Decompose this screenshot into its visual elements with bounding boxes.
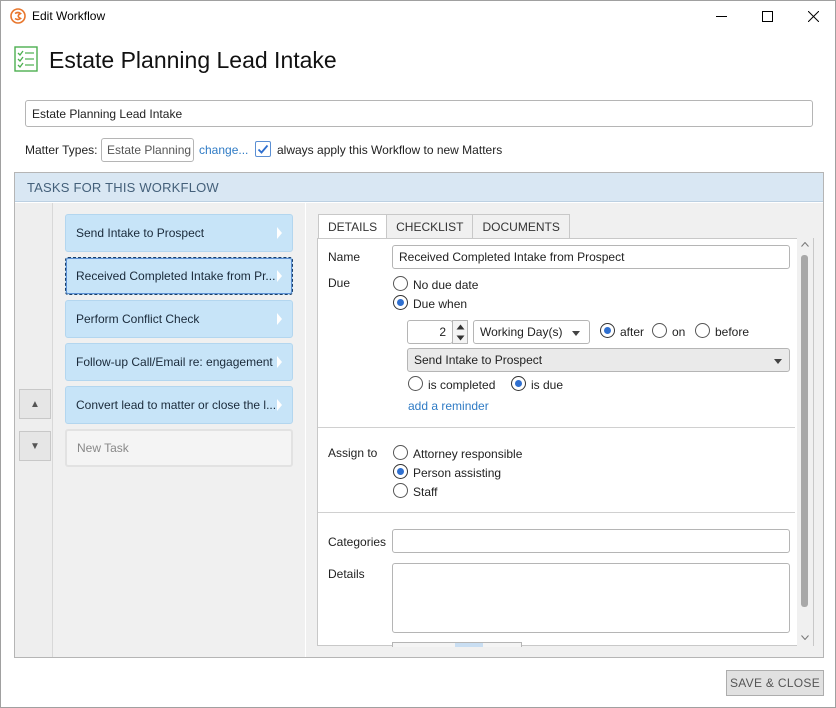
task-item-send-intake[interactable]: Send Intake to Prospect [65,214,293,252]
attorney-responsible-label: Attorney responsible [413,447,523,461]
categories-input[interactable] [392,529,790,553]
reorder-rail: ▲ ▼ [15,203,53,657]
on-label: on [672,325,686,339]
minimize-icon [715,15,727,17]
add-reminder-link[interactable]: add a reminder [408,399,489,413]
due-when-label: Due when [413,297,468,311]
move-up-button[interactable]: ▲ [19,389,51,419]
before-label: before [715,325,750,339]
offset-stepper[interactable] [452,320,468,344]
title-bar: Edit Workflow [1,1,835,31]
chevron-down-icon [774,359,782,364]
app-logo-icon [10,8,26,24]
editor-toolbar-partial [392,642,522,647]
task-item-received-intake[interactable]: Received Completed Intake from Pr... [65,257,293,295]
section-divider [318,512,795,513]
edit-workflow-window: Edit Workflow Estate Planning Lead Intak… [0,0,836,708]
checkmark-icon [257,144,269,154]
arrow-down-icon: ▼ [30,440,40,452]
staff-label: Staff [413,485,438,499]
task-item-follow-up[interactable]: Follow-up Call/Email re: engagement [65,343,293,381]
due-when-radio[interactable] [393,295,408,310]
unit-select-value: Working Day(s) [480,325,563,339]
no-due-date-label: No due date [413,278,479,292]
always-apply-label: always apply this Workflow to new Matter… [277,143,503,157]
checklist-icon [14,46,38,72]
chevron-right-icon [277,313,282,325]
tab-details[interactable]: DETAILS [318,214,388,239]
before-radio[interactable] [695,323,710,338]
no-due-date-radio[interactable] [393,276,408,291]
arrow-up-icon: ▲ [30,398,40,410]
details-scrollbar[interactable] [797,238,813,646]
maximize-button[interactable] [744,1,790,31]
chevron-right-icon [277,270,282,282]
details-pane: Name Received Completed Intake from Pros… [317,238,814,647]
scroll-thumb[interactable] [801,255,808,607]
tab-documents[interactable]: DOCUMENTS [472,214,570,238]
task-item-label: Send Intake to Prospect [76,226,205,240]
chevron-right-icon [277,227,282,239]
close-button[interactable] [790,1,836,31]
assign-to-label: Assign to [328,446,378,460]
save-close-button[interactable]: SAVE & CLOSE [726,670,824,696]
matter-types-label: Matter Types: [25,143,98,157]
attorney-responsible-radio[interactable] [393,445,408,460]
page-title: Estate Planning Lead Intake [49,47,337,73]
window-title: Edit Workflow [32,9,106,23]
maximize-icon [761,10,773,22]
tasks-section-header: TASKS FOR THIS WORKFLOW [15,173,823,202]
stepper-up-icon[interactable] [456,324,465,330]
details-label: Details [328,567,365,581]
offset-stepper-input[interactable]: 2 [407,320,453,344]
tab-checklist[interactable]: CHECKLIST [386,214,474,238]
move-down-button[interactable]: ▼ [19,431,51,461]
due-label: Due [328,276,351,290]
reference-task-select[interactable]: Send Intake to Prospect [407,348,790,372]
chevron-right-icon [277,356,282,368]
scroll-down-icon[interactable] [801,635,809,640]
reference-task-value: Send Intake to Prospect [414,353,543,367]
person-assisting-radio[interactable] [393,464,408,479]
change-matter-types-link[interactable]: change... [199,143,248,157]
task-item-label: Convert lead to matter or close the l... [76,398,277,412]
task-item-conflict-check[interactable]: Perform Conflict Check [65,300,293,338]
chevron-down-icon [572,331,580,336]
new-task-button[interactable]: New Task [65,429,293,467]
after-radio[interactable] [600,323,615,338]
task-item-label: Follow-up Call/Email re: engagement [76,355,273,369]
tasks-panel: TASKS FOR THIS WORKFLOW ▲ ▼ Send Intake … [14,172,824,658]
close-icon [807,10,819,22]
is-due-radio[interactable] [511,376,526,391]
task-item-label: Perform Conflict Check [76,312,200,326]
is-completed-radio[interactable] [408,376,423,391]
staff-radio[interactable] [393,483,408,498]
categories-label: Categories [328,535,387,549]
unit-select[interactable]: Working Day(s) [473,320,590,344]
always-apply-checkbox[interactable] [255,141,271,157]
person-assisting-label: Person assisting [413,466,502,480]
workflow-name-input[interactable]: Estate Planning Lead Intake [25,100,813,127]
minimize-button[interactable] [698,1,744,31]
stepper-down-icon[interactable] [456,335,465,341]
toolbar-button-partial [455,643,483,647]
task-item-label: Received Completed Intake from Pr... [76,269,276,283]
task-item-convert-lead[interactable]: Convert lead to matter or close the l... [65,386,293,424]
after-label: after [620,325,645,339]
details-textarea[interactable] [392,563,790,633]
on-radio[interactable] [652,323,667,338]
chevron-right-icon [277,399,282,411]
is-completed-label: is completed [428,378,496,392]
name-label: Name [328,250,361,264]
task-name-input[interactable]: Received Completed Intake from Prospect [392,245,790,269]
section-divider [318,427,795,428]
is-due-label: is due [531,378,564,392]
scroll-up-icon[interactable] [801,242,809,247]
task-list: Send Intake to Prospect Received Complet… [53,203,305,657]
detail-tabs: DETAILS CHECKLIST DOCUMENTS [318,214,570,239]
matter-types-field: Estate Planning [101,138,194,162]
